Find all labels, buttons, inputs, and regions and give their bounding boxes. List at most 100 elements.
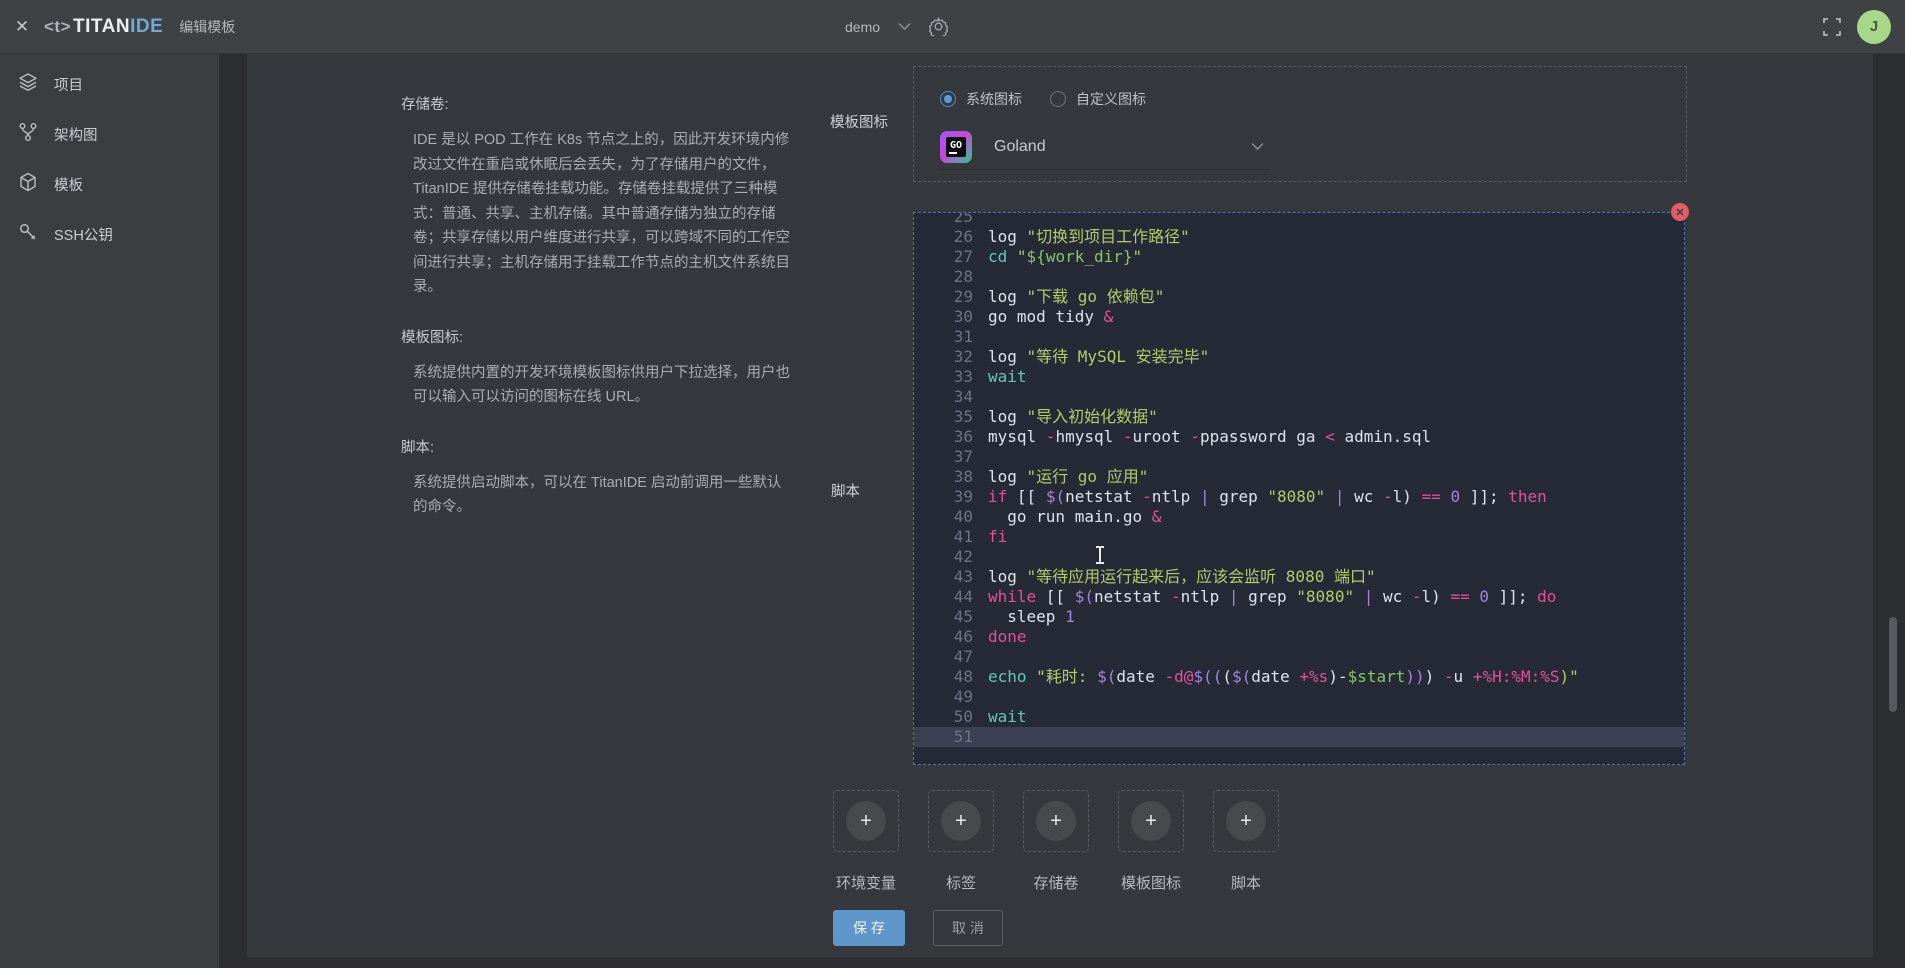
template-icon-section: 系统图标 自定义图标 GO Goland — [913, 66, 1687, 182]
doc-section-body: IDE 是以 POD 工作在 K8s 节点之上的，因此开发环境内修改过文件在重启… — [413, 128, 793, 300]
chevron-down-icon[interactable] — [1251, 138, 1264, 156]
code-line[interactable]: 30go mod tidy & — [914, 307, 1684, 327]
code-line[interactable]: 38log "运行 go 应用" — [914, 467, 1684, 487]
line-number: 47 — [914, 647, 988, 667]
gear-icon[interactable] — [929, 17, 948, 36]
radio-label: 自定义图标 — [1076, 89, 1146, 109]
line-number: 50 — [914, 707, 988, 727]
line-number: 28 — [914, 267, 988, 287]
sidebar-item-templates[interactable]: 模板 — [0, 159, 219, 209]
code-line[interactable]: 36mysql -hmysql -uroot -ppassword ga < a… — [914, 427, 1684, 447]
doc-section-title: 脚本: — [401, 436, 793, 457]
code-line[interactable]: 28 — [914, 267, 1684, 287]
add-script-button[interactable]: + — [1213, 790, 1279, 852]
plus-icon: + — [941, 801, 981, 841]
line-number: 27 — [914, 247, 988, 267]
line-number: 36 — [914, 427, 988, 447]
code-line[interactable]: 46done — [914, 627, 1684, 647]
add-template-icon-button[interactable]: + — [1118, 790, 1184, 852]
line-number: 48 — [914, 667, 988, 687]
add-button-label: 存储卷 — [1033, 872, 1078, 893]
script-editor[interactable]: 2526log "切换到项目工作路径"27cd "${work_dir}"282… — [913, 212, 1685, 765]
radio-unselected-icon[interactable] — [1050, 91, 1066, 107]
code-line[interactable]: 49 — [914, 687, 1684, 707]
add-item: + 环境变量 — [833, 790, 899, 893]
plus-icon: + — [1131, 801, 1171, 841]
page-title: 编辑模板 — [179, 17, 235, 37]
save-button[interactable]: 保 存 — [833, 910, 905, 946]
sidebar-item-label: SSH公钥 — [54, 224, 113, 245]
code-line[interactable]: 42 — [914, 547, 1684, 567]
add-volume-button[interactable]: + — [1023, 790, 1089, 852]
plus-icon: + — [1226, 801, 1266, 841]
line-number: 34 — [914, 387, 988, 407]
radio-system-icon[interactable]: 系统图标 — [940, 89, 1022, 109]
sidebar-item-ssh-keys[interactable]: SSH公钥 — [0, 209, 219, 259]
app-window: ✕ <t> TITAN IDE 编辑模板 demo J — [0, 0, 1905, 968]
sidebar-item-label: 架构图 — [54, 124, 98, 145]
code-line[interactable]: 37 — [914, 447, 1684, 467]
line-number: 45 — [914, 607, 988, 627]
code-line[interactable]: 25 — [914, 213, 1684, 227]
logo-bracket: <t> — [44, 17, 71, 37]
code-line[interactable]: 50wait — [914, 707, 1684, 727]
docs-column: 存储卷: IDE 是以 POD 工作在 K8s 节点之上的，因此开发环境内修改过… — [401, 93, 793, 546]
code-line[interactable]: 33wait — [914, 367, 1684, 387]
code-line[interactable]: 48echo "耗时: $(date -d@$((($(date +%s)-$s… — [914, 667, 1684, 687]
edit-template-panel: 存储卷: IDE 是以 POD 工作在 K8s 节点之上的，因此开发环境内修改过… — [247, 53, 1873, 957]
add-item: + 脚本 — [1213, 790, 1279, 893]
top-bar: ✕ <t> TITAN IDE 编辑模板 demo J — [0, 0, 1905, 54]
add-button-label: 标签 — [946, 872, 976, 893]
page-scrollbar[interactable] — [1889, 617, 1897, 712]
code-line[interactable]: 47 — [914, 647, 1684, 667]
code-line[interactable]: 45 sleep 1 — [914, 607, 1684, 627]
code-line[interactable]: 41fi — [914, 527, 1684, 547]
workspace-selector[interactable]: demo — [845, 19, 880, 35]
radio-custom-icon[interactable]: 自定义图标 — [1050, 89, 1146, 109]
code-line[interactable]: 34 — [914, 387, 1684, 407]
radio-selected-icon[interactable] — [940, 91, 956, 107]
remove-script-button[interactable]: ✕ — [1671, 203, 1689, 221]
line-number: 30 — [914, 307, 988, 327]
radio-label: 系统图标 — [966, 89, 1022, 109]
line-number: 37 — [914, 447, 988, 467]
code-line[interactable]: 51 — [914, 727, 1684, 747]
line-number: 39 — [914, 487, 988, 507]
cube-icon — [18, 172, 38, 196]
add-env-var-button[interactable]: + — [833, 790, 899, 852]
architecture-icon — [18, 122, 38, 146]
code-line[interactable]: 44while [[ $(netstat -ntlp | grep "8080"… — [914, 587, 1684, 607]
close-icon[interactable]: ✕ — [0, 17, 44, 37]
doc-section-body: 系统提供内置的开发环境模板图标供用户下拉选择，用户也可以输入可以访问的图标在线 … — [413, 361, 793, 410]
code-line[interactable]: 29log "下载 go 依赖包" — [914, 287, 1684, 307]
cancel-button[interactable]: 取 消 — [933, 910, 1003, 946]
add-item: + 存储卷 — [1023, 790, 1089, 893]
line-number: 40 — [914, 507, 988, 527]
line-number: 38 — [914, 467, 988, 487]
sidebar-item-projects[interactable]: 项目 — [0, 59, 219, 109]
code-line[interactable]: 27cd "${work_dir}" — [914, 247, 1684, 267]
code-line[interactable]: 43log "等待应用运行起来后，应该会监听 8080 端口" — [914, 567, 1684, 587]
fullscreen-icon[interactable] — [1823, 18, 1841, 36]
code-line[interactable]: 26log "切换到项目工作路径" — [914, 227, 1684, 247]
code-line[interactable]: 35log "导入初始化数据" — [914, 407, 1684, 427]
goland-icon: GO — [940, 131, 972, 163]
add-item: + 模板图标 — [1118, 790, 1184, 893]
add-tag-button[interactable]: + — [928, 790, 994, 852]
script-field-label: 脚本 — [831, 480, 860, 501]
chevron-down-icon[interactable] — [898, 22, 911, 31]
sidebar-item-architecture[interactable]: 架构图 — [0, 109, 219, 159]
text-cursor — [1095, 545, 1105, 565]
sidebar-item-label: 项目 — [54, 74, 83, 95]
user-avatar[interactable]: J — [1857, 10, 1891, 44]
line-number: 32 — [914, 347, 988, 367]
code-line[interactable]: 31 — [914, 327, 1684, 347]
add-item: + 标签 — [928, 790, 994, 893]
app-logo: <t> TITAN IDE — [44, 16, 163, 38]
code-line[interactable]: 40 go run main.go & — [914, 507, 1684, 527]
code-line[interactable]: 32log "等待 MySQL 安装完毕" — [914, 347, 1684, 367]
add-buttons-row: + 环境变量 + 标签 + 存储卷 + 模板图标 + 脚本 — [833, 790, 1279, 893]
code-line[interactable]: 39if [[ $(netstat -ntlp | grep "8080" | … — [914, 487, 1684, 507]
add-button-label: 模板图标 — [1121, 872, 1181, 893]
icon-select[interactable]: GO Goland — [940, 125, 1270, 170]
